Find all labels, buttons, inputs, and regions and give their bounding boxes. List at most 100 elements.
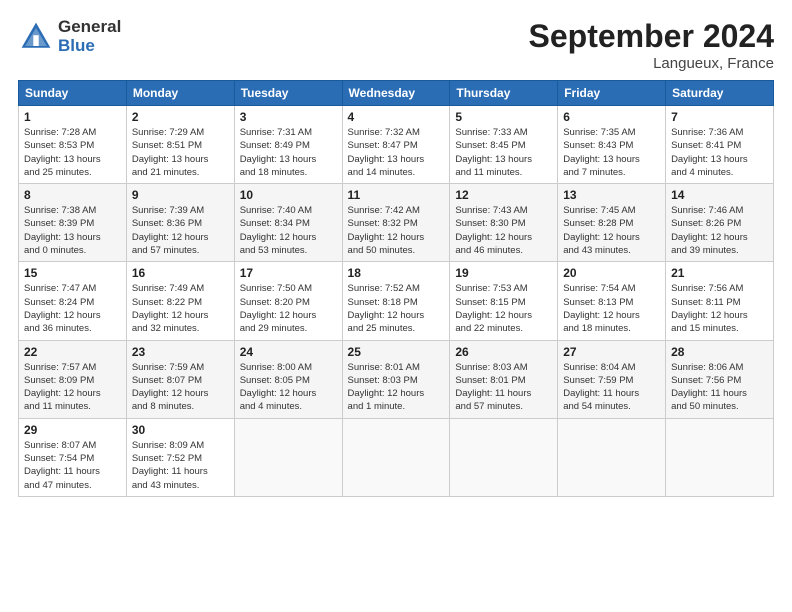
- calendar-week-4: 22Sunrise: 7:57 AMSunset: 8:09 PMDayligh…: [19, 340, 774, 418]
- calendar-cell: 2 Sunrise: 7:29 AMSunset: 8:51 PMDaylight…: [126, 106, 234, 184]
- day-info: Sunrise: 7:47 AMSunset: 8:24 PMDaylight:…: [24, 282, 121, 335]
- day-number: 9: [132, 188, 229, 202]
- day-info: Sunrise: 7:52 AMSunset: 8:18 PMDaylight:…: [348, 282, 445, 335]
- calendar-cell: 6 Sunrise: 7:35 AMSunset: 8:43 PMDaylight…: [558, 106, 666, 184]
- calendar-cell: 14Sunrise: 7:46 AMSunset: 8:26 PMDayligh…: [666, 184, 774, 262]
- calendar-cell: 7 Sunrise: 7:36 AMSunset: 8:41 PMDaylight…: [666, 106, 774, 184]
- calendar-header: Sunday Monday Tuesday Wednesday Thursday…: [19, 81, 774, 106]
- day-number: 10: [240, 188, 337, 202]
- calendar-cell: 3Sunrise: 7:31 AMSunset: 8:49 PMDaylight…: [234, 106, 342, 184]
- day-info: Sunrise: 7:57 AMSunset: 8:09 PMDaylight:…: [24, 361, 121, 414]
- calendar-cell: [450, 418, 558, 496]
- logo: General Blue: [18, 18, 121, 55]
- logo-text: General Blue: [58, 18, 121, 55]
- day-number: 30: [132, 423, 229, 437]
- col-sunday: Sunday: [19, 81, 127, 106]
- day-info: Sunrise: 7:56 AMSunset: 8:11 PMDaylight:…: [671, 282, 768, 335]
- calendar-cell: 16 Sunrise: 7:49 AMSunset: 8:22 PMDayligh…: [126, 262, 234, 340]
- col-wednesday: Wednesday: [342, 81, 450, 106]
- calendar-week-1: 1 Sunrise: 7:28 AMSunset: 8:53 PMDaylight…: [19, 106, 774, 184]
- col-saturday: Saturday: [666, 81, 774, 106]
- page: General Blue September 2024 Langueux, Fr…: [0, 0, 792, 612]
- calendar-week-5: 29Sunrise: 8:07 AMSunset: 7:54 PMDayligh…: [19, 418, 774, 496]
- calendar-cell: 18 Sunrise: 7:52 AMSunset: 8:18 PMDayligh…: [342, 262, 450, 340]
- day-number: 29: [24, 423, 121, 437]
- calendar-cell: 5 Sunrise: 7:33 AMSunset: 8:45 PMDaylight…: [450, 106, 558, 184]
- day-number: 20: [563, 266, 660, 280]
- title-block: September 2024 Langueux, France: [529, 18, 774, 72]
- day-info: Sunrise: 7:39 AMSunset: 8:36 PMDaylight:…: [132, 204, 229, 257]
- day-number: 21: [671, 266, 768, 280]
- calendar-week-3: 15 Sunrise: 7:47 AMSunset: 8:24 PMDayligh…: [19, 262, 774, 340]
- day-info: Sunrise: 7:53 AMSunset: 8:15 PMDaylight:…: [455, 282, 552, 335]
- calendar-cell: [558, 418, 666, 496]
- calendar-cell: 22Sunrise: 7:57 AMSunset: 8:09 PMDayligh…: [19, 340, 127, 418]
- calendar-cell: 4 Sunrise: 7:32 AMSunset: 8:47 PMDaylight…: [342, 106, 450, 184]
- calendar-cell: 19 Sunrise: 7:53 AMSunset: 8:15 PMDayligh…: [450, 262, 558, 340]
- day-number: 26: [455, 345, 552, 359]
- day-info: Sunrise: 7:32 AMSunset: 8:47 PMDaylight:…: [348, 126, 445, 179]
- day-number: 28: [671, 345, 768, 359]
- day-info: Sunrise: 7:33 AMSunset: 8:45 PMDaylight:…: [455, 126, 552, 179]
- day-info: Sunrise: 7:42 AMSunset: 8:32 PMDaylight:…: [348, 204, 445, 257]
- day-number: 23: [132, 345, 229, 359]
- calendar-cell: 29Sunrise: 8:07 AMSunset: 7:54 PMDayligh…: [19, 418, 127, 496]
- location: Langueux, France: [529, 55, 774, 72]
- calendar-cell: 1 Sunrise: 7:28 AMSunset: 8:53 PMDaylight…: [19, 106, 127, 184]
- day-info: Sunrise: 7:40 AMSunset: 8:34 PMDaylight:…: [240, 204, 337, 257]
- day-info: Sunrise: 8:09 AMSunset: 7:52 PMDaylight:…: [132, 439, 229, 492]
- day-info: Sunrise: 8:01 AMSunset: 8:03 PMDaylight:…: [348, 361, 445, 414]
- day-number: 7: [671, 110, 768, 124]
- calendar-cell: 30 Sunrise: 8:09 AMSunset: 7:52 PMDayligh…: [126, 418, 234, 496]
- calendar-cell: 11 Sunrise: 7:42 AMSunset: 8:32 PMDayligh…: [342, 184, 450, 262]
- day-number: 24: [240, 345, 337, 359]
- calendar-cell: 25 Sunrise: 8:01 AMSunset: 8:03 PMDayligh…: [342, 340, 450, 418]
- day-number: 6: [563, 110, 660, 124]
- calendar-cell: 20 Sunrise: 7:54 AMSunset: 8:13 PMDayligh…: [558, 262, 666, 340]
- day-number: 11: [348, 188, 445, 202]
- logo-icon: [18, 19, 54, 55]
- day-number: 25: [348, 345, 445, 359]
- day-info: Sunrise: 7:46 AMSunset: 8:26 PMDaylight:…: [671, 204, 768, 257]
- day-info: Sunrise: 7:35 AMSunset: 8:43 PMDaylight:…: [563, 126, 660, 179]
- day-info: Sunrise: 7:28 AMSunset: 8:53 PMDaylight:…: [24, 126, 121, 179]
- logo-blue-text: Blue: [58, 37, 121, 56]
- day-info: Sunrise: 7:50 AMSunset: 8:20 PMDaylight:…: [240, 282, 337, 335]
- calendar-cell: 12 Sunrise: 7:43 AMSunset: 8:30 PMDayligh…: [450, 184, 558, 262]
- day-number: 19: [455, 266, 552, 280]
- day-number: 13: [563, 188, 660, 202]
- day-number: 27: [563, 345, 660, 359]
- calendar-cell: [342, 418, 450, 496]
- calendar-cell: 13 Sunrise: 7:45 AMSunset: 8:28 PMDayligh…: [558, 184, 666, 262]
- day-number: 16: [132, 266, 229, 280]
- day-info: Sunrise: 7:54 AMSunset: 8:13 PMDaylight:…: [563, 282, 660, 335]
- calendar-cell: 26 Sunrise: 8:03 AMSunset: 8:01 PMDayligh…: [450, 340, 558, 418]
- day-number: 5: [455, 110, 552, 124]
- day-info: Sunrise: 8:03 AMSunset: 8:01 PMDaylight:…: [455, 361, 552, 414]
- day-info: Sunrise: 7:59 AMSunset: 8:07 PMDaylight:…: [132, 361, 229, 414]
- calendar-cell: 24Sunrise: 8:00 AMSunset: 8:05 PMDayligh…: [234, 340, 342, 418]
- day-number: 12: [455, 188, 552, 202]
- month-title: September 2024: [529, 18, 774, 55]
- col-tuesday: Tuesday: [234, 81, 342, 106]
- day-number: 17: [240, 266, 337, 280]
- calendar-cell: 17 Sunrise: 7:50 AMSunset: 8:20 PMDayligh…: [234, 262, 342, 340]
- day-number: 18: [348, 266, 445, 280]
- header: General Blue September 2024 Langueux, Fr…: [18, 18, 774, 72]
- day-info: Sunrise: 7:43 AMSunset: 8:30 PMDaylight:…: [455, 204, 552, 257]
- calendar-week-2: 8Sunrise: 7:38 AMSunset: 8:39 PMDaylight…: [19, 184, 774, 262]
- day-info: Sunrise: 7:36 AMSunset: 8:41 PMDaylight:…: [671, 126, 768, 179]
- day-number: 3: [240, 110, 337, 124]
- col-friday: Friday: [558, 81, 666, 106]
- day-number: 2: [132, 110, 229, 124]
- calendar-cell: 9 Sunrise: 7:39 AMSunset: 8:36 PMDaylight…: [126, 184, 234, 262]
- day-info: Sunrise: 7:29 AMSunset: 8:51 PMDaylight:…: [132, 126, 229, 179]
- day-info: Sunrise: 7:38 AMSunset: 8:39 PMDaylight:…: [24, 204, 121, 257]
- day-number: 15: [24, 266, 121, 280]
- calendar-cell: 10 Sunrise: 7:40 AMSunset: 8:34 PMDayligh…: [234, 184, 342, 262]
- day-number: 4: [348, 110, 445, 124]
- calendar-cell: 21 Sunrise: 7:56 AMSunset: 8:11 PMDayligh…: [666, 262, 774, 340]
- day-info: Sunrise: 7:49 AMSunset: 8:22 PMDaylight:…: [132, 282, 229, 335]
- day-number: 1: [24, 110, 121, 124]
- day-info: Sunrise: 7:45 AMSunset: 8:28 PMDaylight:…: [563, 204, 660, 257]
